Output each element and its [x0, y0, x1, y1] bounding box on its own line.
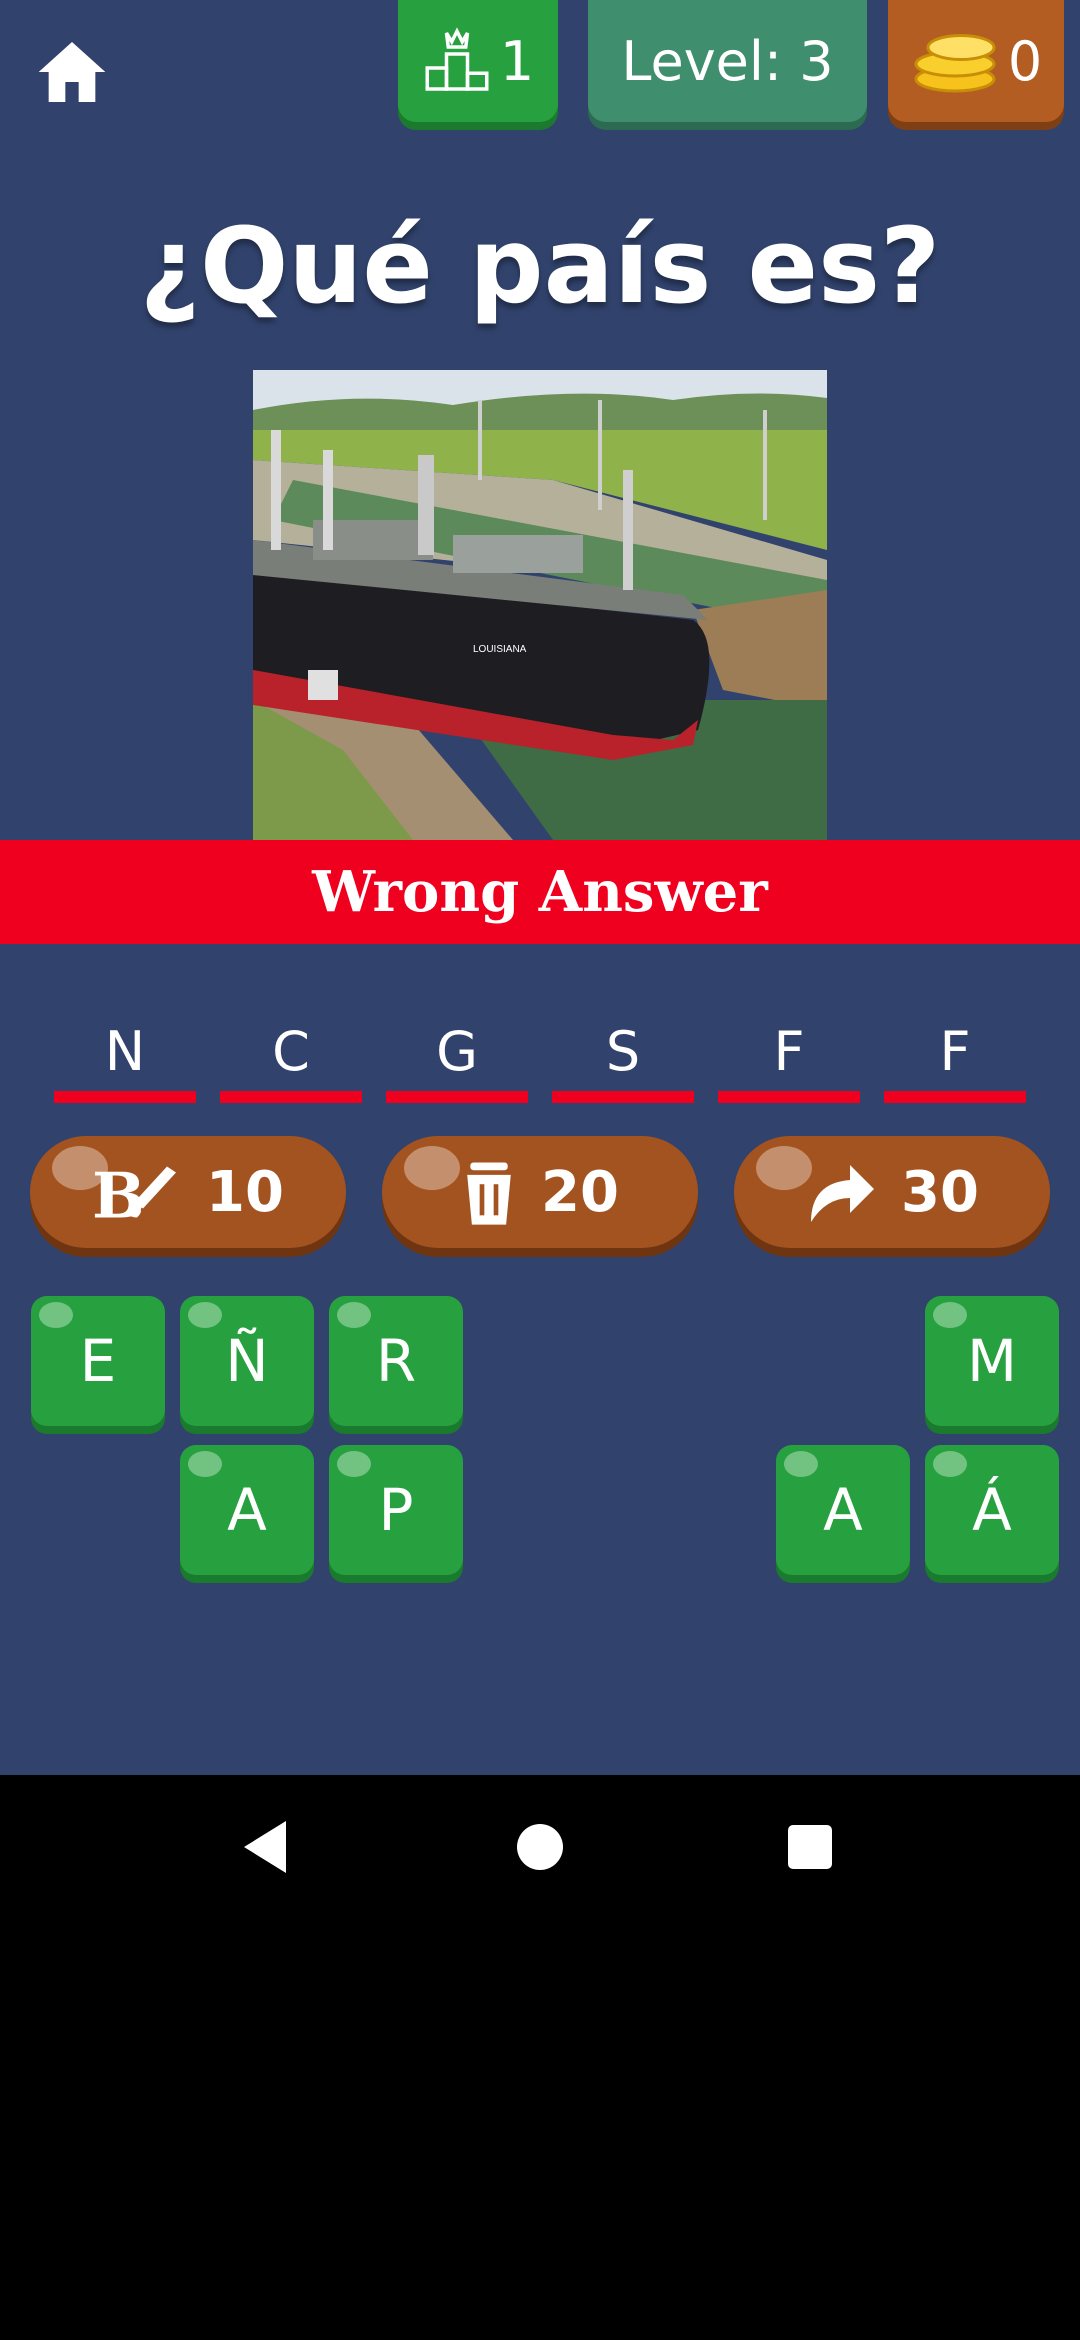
- tile-letter: R: [375, 1327, 417, 1395]
- answer-letter: F: [939, 1020, 971, 1083]
- answer-slot[interactable]: F: [884, 1015, 1026, 1103]
- ship-in-canal-photo: LOUISIANA: [253, 370, 827, 840]
- home-icon: [38, 42, 106, 102]
- tile-shine: [337, 1302, 371, 1328]
- letter-tile[interactable]: P: [329, 1445, 463, 1575]
- tile-shine: [784, 1451, 818, 1477]
- answer-letter: S: [605, 1020, 641, 1083]
- tile-shine: [188, 1451, 222, 1477]
- tile-letter: A: [227, 1476, 267, 1544]
- rank-value: 1: [499, 29, 535, 93]
- tile-letter: A: [823, 1476, 863, 1544]
- letter-tile[interactable]: R: [329, 1296, 463, 1426]
- button-shine: [756, 1146, 812, 1190]
- letter-tile[interactable]: Á: [925, 1445, 1059, 1575]
- reveal-letter-hint-button[interactable]: B 10: [30, 1136, 346, 1248]
- answer-letter: G: [436, 1020, 478, 1083]
- question-photo: LOUISIANA: [253, 370, 827, 840]
- answer-slot[interactable]: G: [386, 1015, 528, 1103]
- slot-underline: [552, 1091, 694, 1103]
- hint-cost: 30: [901, 1159, 979, 1225]
- letter-tile[interactable]: Ñ: [180, 1296, 314, 1426]
- game-screen: 1 Level: 3 0 ¿Qué país es? LOUISIANA Wro…: [0, 0, 1080, 1775]
- answer-slot[interactable]: N: [54, 1015, 196, 1103]
- coins-icon: [914, 34, 996, 93]
- home-circle-icon: [517, 1824, 563, 1870]
- wrong-answer-banner: Wrong Answer: [0, 840, 1080, 944]
- letter-tile[interactable]: E: [31, 1296, 165, 1426]
- answer-slots: N C G S F F: [0, 1015, 1080, 1105]
- answer-slot[interactable]: S: [552, 1015, 694, 1103]
- slot-underline: [54, 1091, 196, 1103]
- back-button[interactable]: [236, 1815, 300, 1879]
- trash-icon: [467, 1162, 511, 1225]
- level-label: Level: 3: [621, 29, 834, 93]
- answer-slot[interactable]: F: [718, 1015, 860, 1103]
- back-triangle-icon: [244, 1821, 286, 1873]
- svg-text:LOUISIANA: LOUISIANA: [473, 644, 527, 655]
- letter-tile[interactable]: A: [776, 1445, 910, 1575]
- answer-letter: F: [773, 1020, 805, 1083]
- coins-button[interactable]: 0: [888, 0, 1064, 122]
- tile-shine: [337, 1451, 371, 1477]
- tile-letter: Á: [972, 1476, 1012, 1544]
- hint-cost: 10: [206, 1159, 284, 1225]
- skip-level-hint-button[interactable]: 30: [734, 1136, 1050, 1248]
- answer-letter: C: [272, 1020, 310, 1083]
- question-title: ¿Qué país es?: [139, 205, 941, 327]
- skip-arrow-icon: [811, 1165, 875, 1222]
- slot-underline: [220, 1091, 362, 1103]
- tile-shine: [39, 1302, 73, 1328]
- leaderboard-button[interactable]: 1: [398, 0, 558, 122]
- hint-cost: 20: [541, 1159, 619, 1225]
- recents-button[interactable]: [778, 1815, 842, 1879]
- button-shine: [52, 1146, 108, 1190]
- tile-shine: [188, 1302, 222, 1328]
- answer-letter: N: [104, 1020, 146, 1083]
- slot-underline: [718, 1091, 860, 1103]
- recents-square-icon: [788, 1825, 832, 1869]
- home-nav-button[interactable]: [508, 1815, 572, 1879]
- letter-tile[interactable]: A: [180, 1445, 314, 1575]
- button-shine: [404, 1146, 460, 1190]
- tile-letter: M: [966, 1327, 1018, 1395]
- tile-shine: [933, 1302, 967, 1328]
- tile-letter: E: [79, 1327, 117, 1395]
- slot-underline: [884, 1091, 1026, 1103]
- tile-letter: Ñ: [225, 1327, 269, 1395]
- answer-slot[interactable]: C: [220, 1015, 362, 1103]
- podium-icon: [425, 27, 489, 91]
- home-button[interactable]: [32, 32, 112, 112]
- coins-value: 0: [1007, 29, 1043, 93]
- slot-underline: [386, 1091, 528, 1103]
- remove-letters-hint-button[interactable]: 20: [382, 1136, 698, 1248]
- tile-shine: [933, 1451, 967, 1477]
- level-indicator: Level: 3: [588, 0, 867, 122]
- system-navigation-bar: [0, 1775, 1080, 1920]
- tile-letter: P: [378, 1476, 414, 1544]
- letter-tile[interactable]: M: [925, 1296, 1059, 1426]
